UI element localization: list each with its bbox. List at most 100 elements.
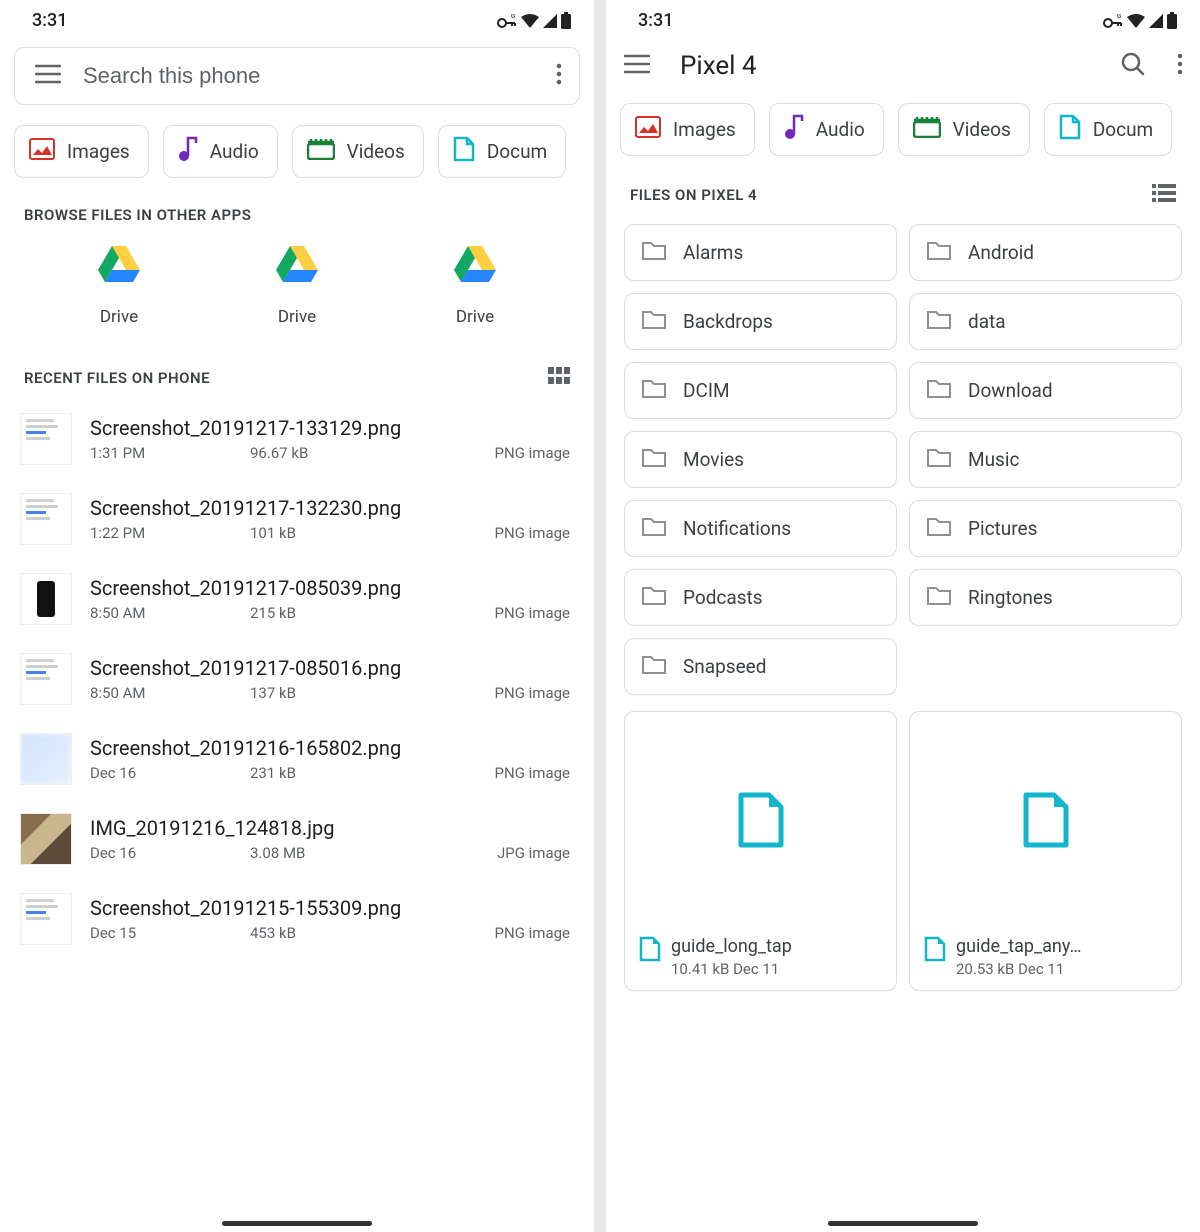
svg-text:G: G <box>511 14 515 20</box>
file-preview <box>625 712 896 928</box>
more-icon[interactable] <box>1176 52 1184 80</box>
file-row[interactable]: Screenshot_20191217-085039.png 8:50 AM 2… <box>0 559 594 639</box>
audio-icon <box>178 136 198 167</box>
file-info: Screenshot_20191217-132230.png 1:22 PM 1… <box>90 496 574 542</box>
file-size: 215 kB <box>250 604 390 622</box>
filter-chip-videos[interactable]: Videos <box>898 103 1030 156</box>
file-info: Screenshot_20191217-133129.png 1:31 PM 9… <box>90 416 574 462</box>
folder-label: data <box>968 310 1006 333</box>
drive-app[interactable]: Drive <box>453 244 497 327</box>
filter-chip-images[interactable]: Images <box>620 103 755 156</box>
file-type: PNG image <box>390 444 574 462</box>
folder-label: Notifications <box>683 517 791 540</box>
file-time: 8:50 AM <box>90 604 250 622</box>
file-type: PNG image <box>390 524 574 542</box>
more-icon[interactable] <box>555 62 563 90</box>
drive-app[interactable]: Drive <box>97 244 141 327</box>
status-time: 3:31 <box>638 10 673 31</box>
file-name: guide_tap_any… <box>956 936 1169 957</box>
filter-chip-audio[interactable]: Audio <box>163 125 278 178</box>
file-info: Screenshot_20191216-165802.png Dec 16 23… <box>90 736 574 782</box>
list-view-icon[interactable] <box>1152 184 1176 206</box>
search-icon[interactable] <box>1120 51 1146 81</box>
file-row[interactable]: Screenshot_20191217-133129.png 1:31 PM 9… <box>0 399 594 479</box>
file-type: PNG image <box>390 604 574 622</box>
file-row[interactable]: Screenshot_20191215-155309.png Dec 15 45… <box>0 879 594 959</box>
folder-icon <box>926 377 952 404</box>
folder-pictures[interactable]: Pictures <box>909 500 1182 557</box>
nav-bar[interactable] <box>828 1221 978 1226</box>
search-bar[interactable] <box>14 47 580 105</box>
file-thumbnail <box>20 653 72 705</box>
menu-icon[interactable] <box>35 64 61 88</box>
filter-chip-docum[interactable]: Docum <box>438 125 566 178</box>
search-input[interactable] <box>83 63 555 89</box>
drive-apps-row: Drive Drive Drive <box>0 234 594 353</box>
file-time: 1:31 PM <box>90 444 250 462</box>
folder-label: Android <box>968 241 1034 264</box>
file-thumbnail <box>20 813 72 865</box>
folder-podcasts[interactable]: Podcasts <box>624 569 897 626</box>
menu-icon[interactable] <box>624 54 650 78</box>
folder-download[interactable]: Download <box>909 362 1182 419</box>
file-row[interactable]: IMG_20191216_124818.jpg Dec 16 3.08 MB J… <box>0 799 594 879</box>
file-type: PNG image <box>390 684 574 702</box>
doc-icon <box>453 136 475 167</box>
file-row[interactable]: Screenshot_20191217-132230.png 1:22 PM 1… <box>0 479 594 559</box>
folder-music[interactable]: Music <box>909 431 1182 488</box>
folder-notifications[interactable]: Notifications <box>624 500 897 557</box>
file-card[interactable]: guide_tap_any… 20.53 kB Dec 11 <box>909 711 1182 991</box>
file-type: PNG image <box>390 764 574 782</box>
folder-backdrops[interactable]: Backdrops <box>624 293 897 350</box>
file-preview <box>910 712 1181 928</box>
video-icon <box>913 116 941 143</box>
folder-label: Podcasts <box>683 586 763 609</box>
folder-dcim[interactable]: DCIM <box>624 362 897 419</box>
file-type: PNG image <box>390 924 574 942</box>
folder-icon <box>641 239 667 266</box>
drive-icon <box>97 244 141 289</box>
drive-icon <box>275 244 319 289</box>
audio-icon <box>784 114 804 145</box>
phone-left: 3:31 G ImagesAudioVideosDocum BROWSE FIL… <box>0 0 594 1232</box>
drive-app[interactable]: Drive <box>275 244 319 327</box>
filter-chips: Images Audio Videos Docum <box>0 117 594 192</box>
folder-ringtones[interactable]: Ringtones <box>909 569 1182 626</box>
filter-chip-images[interactable]: Images <box>14 125 149 178</box>
file-name: Screenshot_20191217-085016.png <box>90 656 574 680</box>
image-icon <box>29 138 55 165</box>
file-info: Screenshot_20191217-085016.png 8:50 AM 1… <box>90 656 574 702</box>
file-name: Screenshot_20191217-132230.png <box>90 496 574 520</box>
file-thumbnail <box>20 573 72 625</box>
drive-label: Drive <box>278 307 316 327</box>
filter-chip-docum[interactable]: Docum <box>1044 103 1172 156</box>
file-type: JPG image <box>390 844 574 862</box>
file-card[interactable]: guide_long_tap 10.41 kB Dec 11 <box>624 711 897 991</box>
folder-data[interactable]: data <box>909 293 1182 350</box>
file-row[interactable]: Screenshot_20191216-165802.png Dec 16 23… <box>0 719 594 799</box>
folder-icon <box>926 239 952 266</box>
signal-icon <box>1148 13 1164 29</box>
filter-chip-videos[interactable]: Videos <box>292 125 424 178</box>
grid-view-icon[interactable] <box>548 367 570 389</box>
file-time: Dec 16 <box>90 764 250 782</box>
nav-bar[interactable] <box>222 1221 372 1226</box>
folder-label: Ringtones <box>968 586 1053 609</box>
folder-label: Pictures <box>968 517 1037 540</box>
folder-icon <box>926 308 952 335</box>
status-bar: 3:31 G <box>606 0 1200 37</box>
files-header: FILES ON PIXEL 4 <box>606 170 1200 216</box>
status-time: 3:31 <box>32 10 67 31</box>
file-list: Screenshot_20191217-133129.png 1:31 PM 9… <box>0 399 594 959</box>
file-time: 8:50 AM <box>90 684 250 702</box>
file-row[interactable]: Screenshot_20191217-085016.png 8:50 AM 1… <box>0 639 594 719</box>
folder-android[interactable]: Android <box>909 224 1182 281</box>
folder-movies[interactable]: Movies <box>624 431 897 488</box>
folder-grid: Alarms Android Backdrops data DCIMDownloadMo… <box>606 216 1200 703</box>
filter-chip-audio[interactable]: Audio <box>769 103 884 156</box>
video-icon <box>307 138 335 165</box>
folder-icon <box>641 653 667 680</box>
page-title: Pixel 4 <box>680 51 1120 81</box>
folder-alarms[interactable]: Alarms <box>624 224 897 281</box>
folder-snapseed[interactable]: Snapseed <box>624 638 897 695</box>
